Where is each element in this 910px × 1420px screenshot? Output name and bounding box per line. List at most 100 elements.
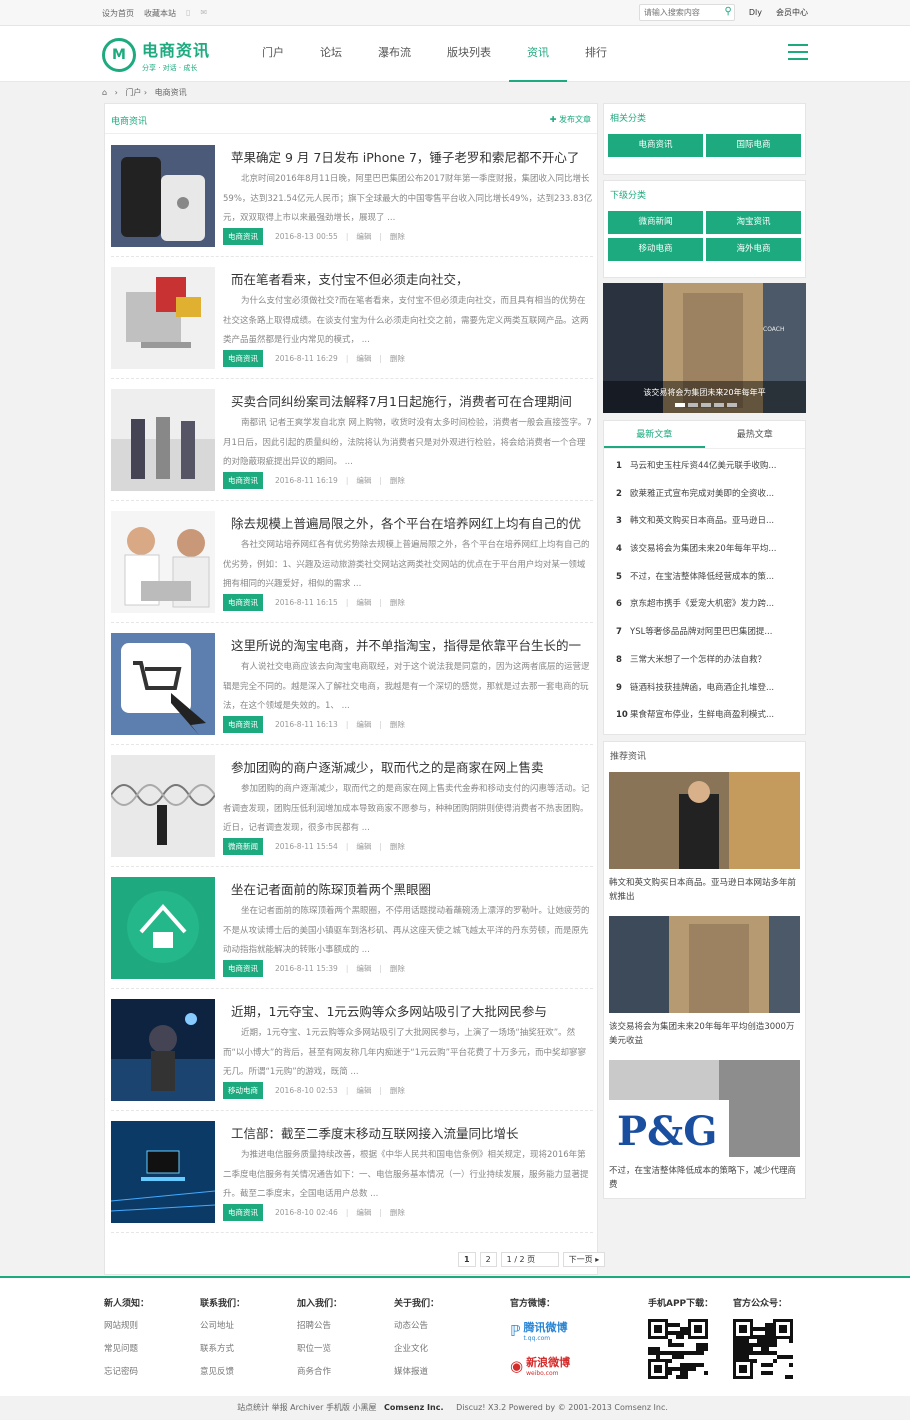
article-category-tag[interactable]: 电商资讯 xyxy=(223,350,263,367)
username-link[interactable]: Dly xyxy=(749,8,762,17)
edit-link[interactable]: 编辑 xyxy=(356,841,371,852)
archiver-link[interactable]: Archiver xyxy=(290,1403,323,1412)
report-link[interactable]: 举报 xyxy=(272,1403,288,1412)
footer-link[interactable]: 常见问题 xyxy=(104,1344,138,1354)
delete-link[interactable]: 删除 xyxy=(390,353,405,364)
article-category-tag[interactable]: 电商资讯 xyxy=(223,960,263,977)
edit-link[interactable]: 编辑 xyxy=(356,719,371,730)
article-category-tag[interactable]: 电商资讯 xyxy=(223,594,263,611)
footer-link[interactable]: 职位一览 xyxy=(297,1344,331,1354)
next-page-button[interactable]: 下一页 ▸ xyxy=(562,1252,606,1267)
category-button[interactable]: 海外电商 xyxy=(706,238,801,261)
footer-link[interactable]: 企业文化 xyxy=(394,1344,428,1354)
blackroom-link[interactable]: 小黑屋 xyxy=(352,1403,376,1412)
comsenz-link[interactable]: Comsenz Inc. xyxy=(384,1403,443,1412)
logo[interactable]: M 电商资讯 分享 · 对话 · 成长 xyxy=(102,37,210,73)
ranking-item[interactable]: 1 马云和史玉柱斥资44亿美元联手收购... xyxy=(616,453,797,481)
article-category-tag[interactable]: 微商新闻 xyxy=(223,838,263,855)
app-qr-code[interactable] xyxy=(648,1319,708,1379)
tencent-weibo-link[interactable]: ℙ 腾讯微博 t.qq.com xyxy=(510,1319,570,1342)
ranking-item[interactable]: 7 YSL等奢侈品品牌对阿里巴巴集团提... xyxy=(616,619,797,647)
member-center-link[interactable]: 会员中心 xyxy=(776,7,808,18)
article-category-tag[interactable]: 移动电商 xyxy=(223,1082,263,1099)
slide-dots[interactable] xyxy=(675,403,737,407)
delete-link[interactable]: 删除 xyxy=(390,475,405,486)
edit-link[interactable]: 编辑 xyxy=(356,597,371,608)
ranking-item[interactable]: 2 欧莱雅正式宣布完成对美即的全资收... xyxy=(616,481,797,509)
wechat-icon[interactable]: ✉ xyxy=(200,8,207,19)
delete-link[interactable]: 删除 xyxy=(390,719,405,730)
home-icon[interactable]: ⌂ xyxy=(102,88,107,97)
ranking-item[interactable]: 9 链酒科技获挂牌函，电商酒企扎堆登... xyxy=(616,675,797,703)
footer-link[interactable]: 动态公告 xyxy=(394,1321,428,1331)
footer-link[interactable]: 联系方式 xyxy=(200,1344,234,1354)
search-icon[interactable]: ⚲ xyxy=(725,6,732,17)
ranking-item[interactable]: 3 韩文和英文购买日本商品。亚马逊日... xyxy=(616,508,797,536)
category-button[interactable]: 电商资讯 xyxy=(608,134,703,157)
edit-link[interactable]: 编辑 xyxy=(356,1207,371,1218)
slideshow[interactable]: COACH 该交易将会为集团未来20年每年平 xyxy=(603,283,806,413)
page-1[interactable]: 1 xyxy=(458,1252,476,1267)
edit-link[interactable]: 编辑 xyxy=(356,963,371,974)
delete-link[interactable]: 删除 xyxy=(390,841,405,852)
article-thumbnail[interactable] xyxy=(111,511,215,613)
article-title[interactable]: 而在笔者看来，支付宝不但必须走向社交， xyxy=(231,269,593,288)
edit-link[interactable]: 编辑 xyxy=(356,1085,371,1096)
article-title[interactable]: 苹果确定 9 月 7日发布 iPhone 7，锤子老罗和索尼都不开心了 xyxy=(231,147,593,166)
ranking-item[interactable]: 6 京东超市携手《爱宠大机密》发力跨... xyxy=(616,591,797,619)
page-input[interactable]: 1 / 2 页 xyxy=(500,1252,559,1267)
article-category-tag[interactable]: 电商资讯 xyxy=(223,472,263,489)
recommend-item[interactable]: P&G 不过，在宝洁整体降低成本的策略下，减少代理商费 xyxy=(604,1060,805,1204)
delete-link[interactable]: 删除 xyxy=(390,963,405,974)
article-thumbnail[interactable] xyxy=(111,1121,215,1223)
article-category-tag[interactable]: 电商资讯 xyxy=(223,716,263,733)
article-thumbnail[interactable] xyxy=(111,877,215,979)
category-button[interactable]: 移动电商 xyxy=(608,238,703,261)
delete-link[interactable]: 删除 xyxy=(390,1085,405,1096)
article-thumbnail[interactable] xyxy=(111,999,215,1101)
article-thumbnail[interactable] xyxy=(111,267,215,369)
article-thumbnail[interactable] xyxy=(111,633,215,735)
delete-link[interactable]: 删除 xyxy=(390,1207,405,1218)
ranking-item[interactable]: 10 果食帮宣布停业，生鲜电商盈利模式... xyxy=(616,702,797,730)
ranking-item[interactable]: 8 三常大米想了一个怎样的办法自救？ xyxy=(616,647,797,675)
set-home-link[interactable]: 设为首页 xyxy=(102,8,134,19)
ranking-item[interactable]: 4 该交易将会为集团未来20年每年平均... xyxy=(616,536,797,564)
breadcrumb-portal[interactable]: 门户 xyxy=(125,88,141,97)
tab-latest[interactable]: 最新文章 xyxy=(604,421,705,448)
footer-link[interactable]: 公司地址 xyxy=(200,1321,234,1331)
wechat-qr-code[interactable] xyxy=(733,1319,793,1379)
recommend-item[interactable]: 该交易将会为集团未来20年每年平均创造3000万美元收益 xyxy=(604,916,805,1060)
article-thumbnail[interactable] xyxy=(111,755,215,857)
nav-waterfall[interactable]: 瀑布流 xyxy=(360,26,429,82)
bookmark-link[interactable]: 收藏本站 xyxy=(144,8,176,19)
sina-weibo-link[interactable]: ◉ 新浪微博 weibo.com xyxy=(510,1354,570,1377)
edit-link[interactable]: 编辑 xyxy=(356,353,371,364)
nav-ranking[interactable]: 排行 xyxy=(567,26,625,82)
delete-link[interactable]: 删除 xyxy=(390,597,405,608)
article-thumbnail[interactable] xyxy=(111,145,215,247)
recommend-item[interactable]: 韩文和英文购买日本商品。亚马逊日本网站多年前就推出 xyxy=(604,772,805,916)
search-input[interactable] xyxy=(638,4,735,21)
tab-hottest[interactable]: 最热文章 xyxy=(705,421,806,448)
nav-forum[interactable]: 论坛 xyxy=(302,26,360,82)
mobile-icon[interactable]: ▯ xyxy=(186,8,190,19)
nav-portal[interactable]: 门户 xyxy=(244,26,302,82)
footer-link[interactable]: 网站规则 xyxy=(104,1321,138,1331)
edit-link[interactable]: 编辑 xyxy=(356,475,371,486)
stats-link[interactable]: 站点统计 xyxy=(237,1403,269,1412)
nav-news[interactable]: 资讯 xyxy=(509,26,567,82)
menu-icon[interactable] xyxy=(788,44,808,62)
article-title[interactable]: 近期，1元夺宝、1元云购等众多网站吸引了大批网民参与 xyxy=(231,1001,593,1020)
delete-link[interactable]: 删除 xyxy=(390,231,405,242)
footer-link[interactable]: 忘记密码 xyxy=(104,1367,138,1377)
footer-link[interactable]: 媒体报道 xyxy=(394,1367,428,1377)
article-title[interactable]: 坐在记者面前的陈琛顶着两个黑眼圈 xyxy=(231,879,593,898)
footer-link[interactable]: 商务合作 xyxy=(297,1367,331,1377)
nav-board-list[interactable]: 版块列表 xyxy=(429,26,509,82)
footer-link[interactable]: 招聘公告 xyxy=(297,1321,331,1331)
article-title[interactable]: 工信部：截至二季度末移动互联网接入流量同比增长 xyxy=(231,1123,593,1142)
category-button[interactable]: 国际电商 xyxy=(706,134,801,157)
article-title[interactable]: 买卖合同纠纷案司法解释7月1日起施行，消费者可在合理期间 xyxy=(231,391,593,410)
article-title[interactable]: 这里所说的淘宝电商，并不单指淘宝，指得是依靠平台生长的一 xyxy=(231,635,593,654)
